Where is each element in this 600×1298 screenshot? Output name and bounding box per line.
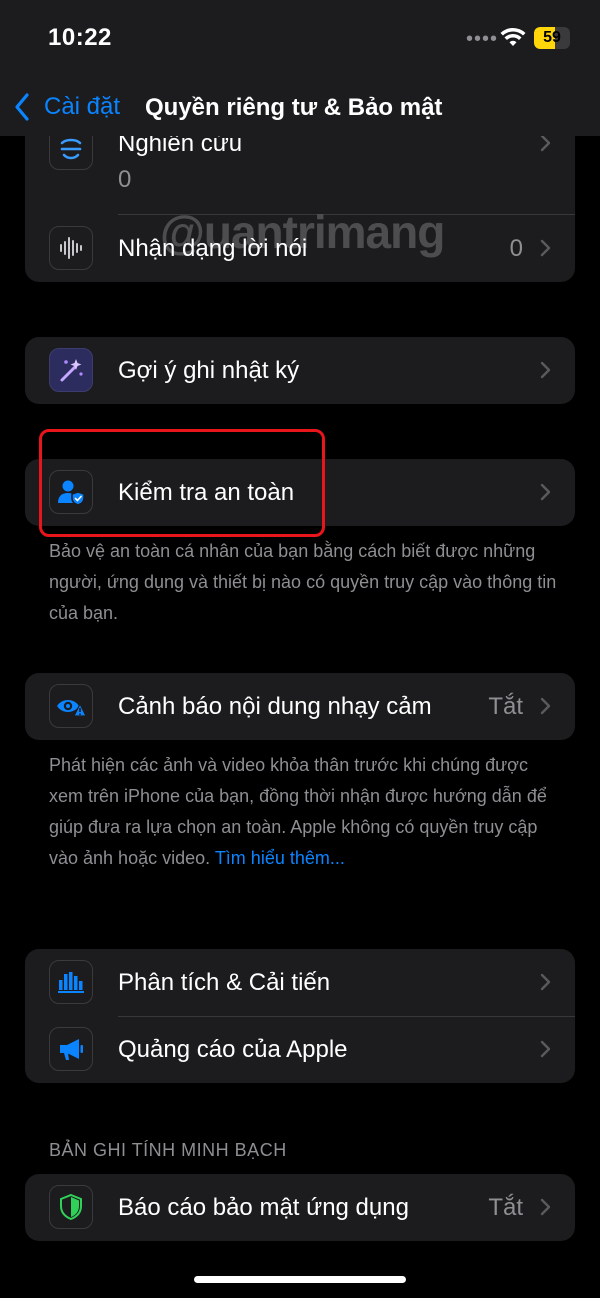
chevron-right-icon	[540, 239, 551, 257]
row-sensitive-content-warning-value: Tắt	[488, 693, 523, 720]
navigation-bar: Cài đặt Quyền riêng tư & Bảo mật	[0, 78, 600, 136]
row-sensitive-content-warning[interactable]: Cảnh báo nội dung nhạy cảm Tắt	[25, 673, 575, 740]
chevron-right-icon	[540, 973, 551, 991]
row-apple-advertising-label: Quảng cáo của Apple	[118, 1036, 348, 1063]
wifi-icon	[500, 27, 526, 46]
home-indicator[interactable]	[194, 1276, 406, 1283]
eye-warning-icon	[49, 684, 93, 728]
battery-icon: 59	[534, 27, 570, 49]
row-analytics-improvements[interactable]: Phân tích & Cải tiến	[25, 949, 575, 1016]
row-app-privacy-report-value: Tắt	[488, 1194, 523, 1221]
group-analytics-ads: Phân tích & Cải tiến Quảng cáo của Apple	[25, 949, 575, 1083]
chevron-left-icon	[15, 93, 29, 121]
row-journaling-suggestions[interactable]: Gợi ý ghi nhật ký	[25, 337, 575, 404]
group-sensitive-content: Cảnh báo nội dung nhạy cảm Tắt	[25, 673, 575, 740]
row-analytics-improvements-label: Phân tích & Cải tiến	[118, 969, 331, 996]
chevron-right-icon	[540, 1198, 551, 1216]
chevron-right-icon	[540, 1040, 551, 1058]
chevron-right-icon	[540, 697, 551, 715]
back-label: Cài đặt	[44, 93, 121, 120]
status-bar: 10:22 •••• 59	[0, 0, 600, 78]
waveform-icon	[49, 226, 93, 270]
highlight-annotation	[39, 429, 325, 537]
row-app-privacy-report-label: Báo cáo bảo mật ứng dụng	[118, 1194, 409, 1221]
battery-level: 59	[543, 29, 561, 46]
row-journaling-suggestions-label: Gợi ý ghi nhật ký	[118, 357, 300, 384]
chevron-right-icon	[540, 361, 551, 379]
bar-chart-icon	[49, 960, 93, 1004]
sparkle-wand-icon	[49, 348, 93, 392]
section-header-transparency: BẢN GHI TÍNH MINH BẠCH	[49, 1140, 287, 1160]
chevron-right-icon	[540, 483, 551, 501]
back-button[interactable]: Cài đặt	[14, 90, 120, 124]
learn-more-link[interactable]: Tìm hiểu thêm...	[215, 848, 345, 868]
safety-check-footer: Bảo vệ an toàn cá nhân của bạn bằng cách…	[49, 541, 557, 623]
green-shield-icon	[49, 1185, 93, 1229]
group-transparency: Báo cáo bảo mật ứng dụng Tắt	[25, 1174, 575, 1241]
megaphone-icon	[49, 1027, 93, 1071]
row-app-privacy-report[interactable]: Báo cáo bảo mật ứng dụng Tắt	[25, 1174, 575, 1241]
cellular-signal-icon: ••••	[466, 28, 499, 50]
row-speech-recognition-value: 0	[509, 235, 523, 262]
row-sensitive-content-warning-label: Cảnh báo nội dung nhạy cảm	[118, 693, 432, 720]
sensitive-content-footer: Phát hiện các ảnh và video khỏa thân trư…	[49, 750, 559, 874]
page-title: Quyền riêng tư & Bảo mật	[145, 94, 443, 121]
status-time: 10:22	[48, 24, 112, 51]
chevron-right-icon	[540, 134, 551, 152]
group-journaling: Gợi ý ghi nhật ký	[25, 337, 575, 404]
row-apple-advertising[interactable]: Quảng cáo của Apple	[25, 1016, 575, 1083]
watermark-logo: @uantrimang	[160, 206, 445, 258]
row-research-value: 0	[118, 166, 132, 193]
